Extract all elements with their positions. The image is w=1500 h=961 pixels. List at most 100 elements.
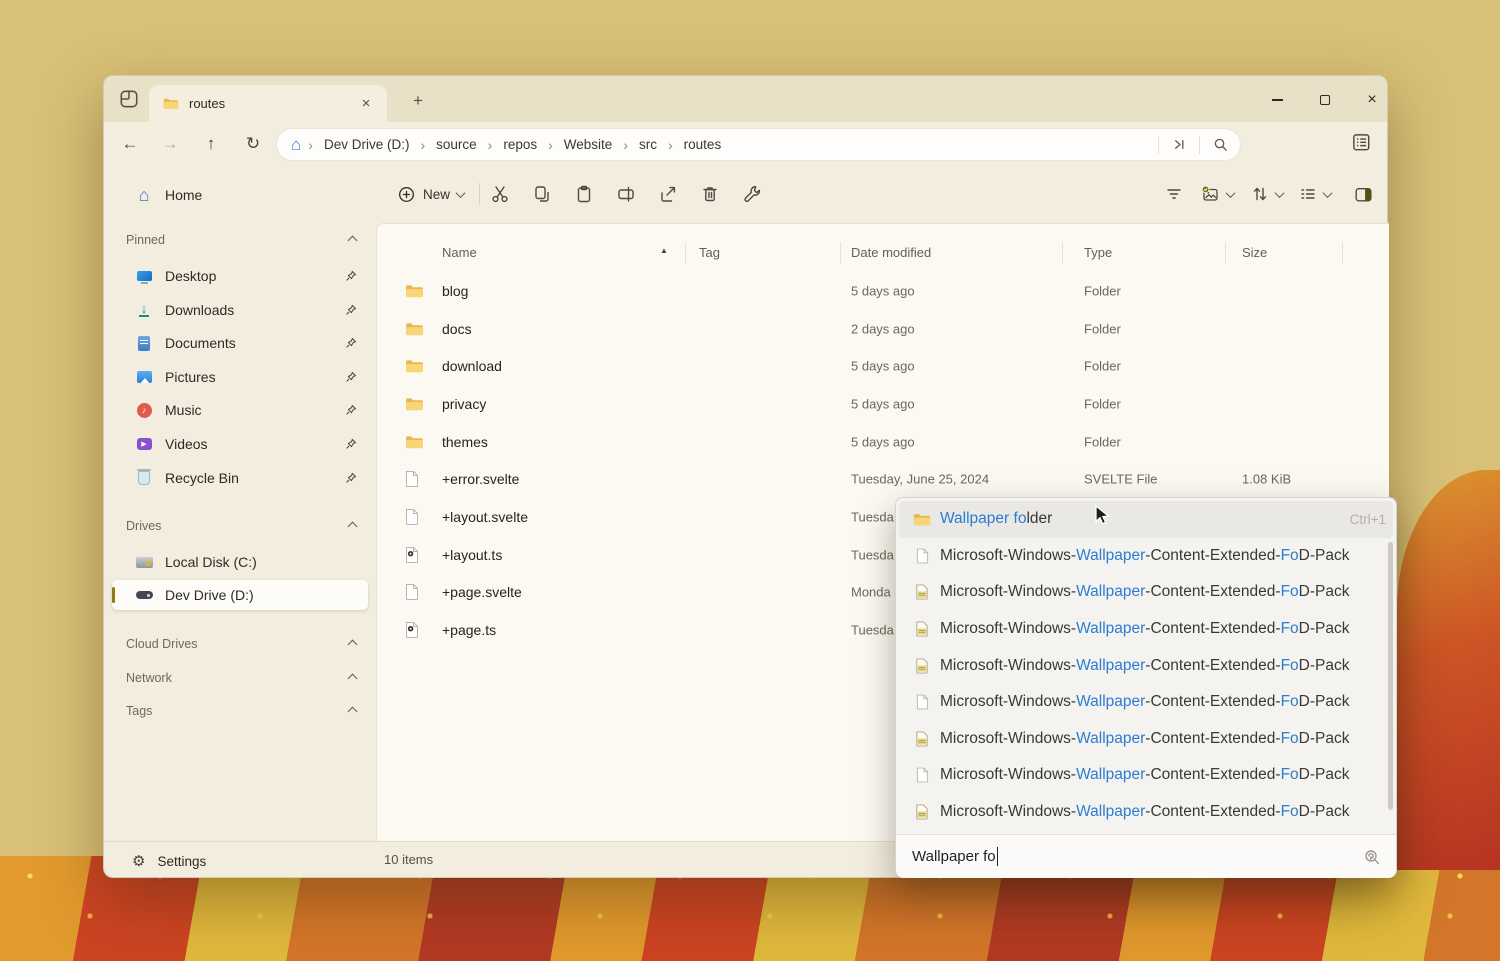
column-divider[interactable]	[1342, 242, 1343, 264]
desktop-wallpaper: routes × + × ← → ↑ ↻ ⌂ › Dev Drive (D:) …	[0, 0, 1500, 961]
wrench-icon[interactable]	[733, 177, 771, 211]
file-row-error-svelte[interactable]: +error.svelte Tuesday, June 25, 2024 SVE…	[377, 461, 1385, 499]
file-name: privacy	[442, 396, 486, 412]
section-header-cloud-drives[interactable]: Cloud Drives	[126, 632, 356, 656]
column-divider[interactable]	[1225, 242, 1226, 264]
sidebar-item-home[interactable]: ⌂ Home	[112, 180, 368, 210]
file-type: Folder	[1084, 434, 1121, 449]
palette-result-item[interactable]: Microsoft-Windows-Wallpaper-Content-Exte…	[896, 611, 1396, 648]
file-row-docs[interactable]: docs 2 days ago Folder	[377, 310, 1385, 348]
maximize-button[interactable]	[1310, 87, 1340, 113]
column-divider[interactable]	[840, 242, 841, 264]
breadcrumb-routes[interactable]: routes	[680, 137, 726, 152]
sidebar-item-desktop[interactable]: Desktop	[112, 261, 368, 291]
paste-icon[interactable]	[565, 177, 603, 211]
sort-button[interactable]	[1244, 177, 1289, 211]
filter-icon[interactable]	[1155, 177, 1193, 211]
palette-result-item[interactable]: Microsoft-Windows-Wallpaper-Content-Exte…	[896, 574, 1396, 611]
search-icon[interactable]	[1200, 129, 1240, 160]
breadcrumb[interactable]: ⌂ › Dev Drive (D:) › source › repos › We…	[276, 128, 1241, 161]
search-query-text: Wallpaper fo	[912, 848, 996, 865]
sidebar-item-music[interactable]: ♪ Music	[112, 395, 368, 425]
palette-result-item[interactable]: Microsoft-Windows-Wallpaper-Content-Exte…	[896, 757, 1396, 794]
file-date: Tuesda	[851, 547, 894, 562]
palette-search-input[interactable]: Wallpaper fo	[896, 835, 1396, 878]
column-header-tag[interactable]: Tag	[699, 232, 720, 272]
file-name: docs	[442, 321, 472, 337]
palette-result-item[interactable]: Microsoft-Windows-Wallpaper-Content-Exte…	[896, 647, 1396, 684]
sidebar-item-documents[interactable]: Documents	[112, 328, 368, 358]
new-button[interactable]: New	[387, 177, 474, 211]
search-everywhere-icon[interactable]	[1362, 847, 1382, 867]
sidebar-item-local-disk-c[interactable]: Local Disk (C:)	[112, 547, 368, 577]
sidebar-item-pictures[interactable]: Pictures	[112, 362, 368, 392]
file-date: Monda	[851, 585, 891, 600]
section-header-drives[interactable]: Drives	[126, 514, 356, 538]
breadcrumb-drive[interactable]: Dev Drive (D:)	[320, 137, 414, 152]
sidebar-item-videos[interactable]: ▶ Videos	[112, 429, 368, 459]
section-header-network[interactable]: Network	[126, 666, 356, 690]
cut-icon[interactable]	[481, 177, 519, 211]
sidebar-toggle-icon[interactable]	[118, 88, 140, 110]
column-divider[interactable]	[1062, 242, 1063, 264]
palette-results: Wallpaper folder Ctrl+1 Microsoft-Window…	[896, 498, 1396, 830]
section-header-pinned[interactable]: Pinned	[126, 228, 356, 252]
tab-routes[interactable]: routes ×	[149, 85, 387, 122]
section-label: Pinned	[126, 233, 349, 247]
file-row-download[interactable]: download 5 days ago Folder	[377, 347, 1385, 385]
breadcrumb-source[interactable]: source	[432, 137, 481, 152]
column-divider[interactable]	[685, 242, 686, 264]
sidebar-item-downloads[interactable]: ↓ Downloads	[112, 295, 368, 325]
chevron-right-icon: ›	[413, 137, 432, 153]
sidebar-item-recycle-bin[interactable]: Recycle Bin	[112, 463, 368, 493]
breadcrumb-website[interactable]: Website	[560, 137, 617, 152]
new-tab-button[interactable]: +	[406, 90, 430, 112]
chevron-right-icon: ›	[661, 137, 680, 153]
settings-label: Settings	[157, 854, 206, 869]
breadcrumb-src[interactable]: src	[635, 137, 661, 152]
column-header-size[interactable]: Size	[1242, 232, 1267, 272]
image-options-button[interactable]	[1194, 177, 1240, 211]
file-row-themes[interactable]: themes 5 days ago Folder	[377, 423, 1385, 461]
file-row-privacy[interactable]: privacy 5 days ago Folder	[377, 385, 1385, 423]
settings-button[interactable]: ⚙ Settings	[122, 847, 216, 875]
search-palette: Wallpaper folder Ctrl+1 Microsoft-Window…	[895, 497, 1397, 878]
tab-close-icon[interactable]: ×	[355, 93, 377, 115]
preview-pane-icon[interactable]	[1344, 177, 1382, 211]
jump-to-end-icon[interactable]	[1159, 129, 1199, 160]
palette-result-item[interactable]: Microsoft-Windows-Wallpaper-Content-Exte…	[896, 538, 1396, 575]
palette-result-wallpaper-folder[interactable]: Wallpaper folder Ctrl+1	[899, 501, 1393, 538]
close-button[interactable]: ×	[1357, 87, 1387, 113]
palette-result-item[interactable]: Microsoft-Windows-Wallpaper-Content-Exte…	[896, 721, 1396, 758]
file-date: 5 days ago	[851, 434, 915, 449]
copy-icon[interactable]	[523, 177, 561, 211]
column-header-date-modified[interactable]: Date modified	[851, 232, 931, 272]
package-file-icon	[912, 621, 932, 637]
file-row-blog[interactable]: blog 5 days ago Folder	[377, 272, 1385, 310]
palette-result-item[interactable]: Microsoft-Windows-Wallpaper-Content-Exte…	[896, 684, 1396, 721]
home-icon[interactable]: ⌂	[291, 136, 301, 153]
forward-button[interactable]: →	[154, 128, 186, 160]
new-button-label: New	[423, 187, 450, 202]
column-header-type[interactable]: Type	[1084, 232, 1112, 272]
section-header-tags[interactable]: Tags	[126, 699, 356, 723]
view-button[interactable]	[1292, 177, 1337, 211]
delete-icon[interactable]	[691, 177, 729, 211]
up-button[interactable]: ↑	[195, 128, 227, 160]
breadcrumb-repos[interactable]: repos	[499, 137, 541, 152]
scrollbar-thumb[interactable]	[1388, 542, 1393, 810]
refresh-button[interactable]: ↻	[237, 128, 269, 160]
rename-icon[interactable]	[607, 177, 645, 211]
sidebar-item-dev-drive-d[interactable]: Dev Drive (D:)	[112, 580, 368, 610]
minimize-button[interactable]	[1262, 87, 1292, 113]
back-button[interactable]: ←	[114, 128, 146, 160]
details-pane-icon[interactable]	[1350, 131, 1376, 157]
share-icon[interactable]	[649, 177, 687, 211]
column-header-name[interactable]: Name	[442, 232, 477, 272]
gear-icon: ⚙	[132, 852, 145, 870]
sidebar-item-label: Downloads	[165, 302, 344, 318]
file-date: Tuesda	[851, 623, 894, 638]
palette-result-item[interactable]: Microsoft-Windows-Wallpaper-Content-Exte…	[896, 794, 1396, 831]
section-label: Cloud Drives	[126, 637, 349, 651]
address-bar-row: ← → ↑ ↻ ⌂ › Dev Drive (D:) › source › re…	[104, 122, 1387, 166]
